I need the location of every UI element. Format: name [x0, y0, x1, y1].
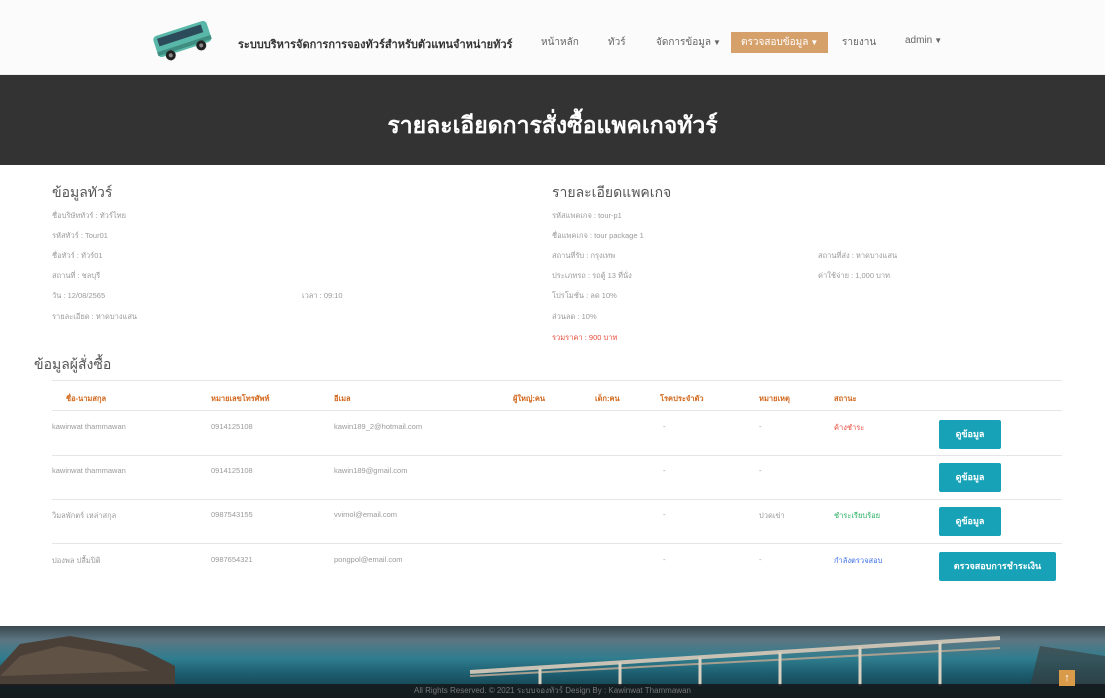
col-header-status: สถานะ: [834, 394, 857, 403]
cell-phone: 0987543155: [211, 510, 253, 519]
page-title: รายละเอียดการสั่งซื้อแพคเกจทัวร์: [387, 112, 718, 138]
tour-detail: รายละเอียด : หาดบางแสน: [52, 312, 138, 321]
cell-disease: -: [663, 555, 666, 564]
verify-payment-button[interactable]: ตรวจสอบการชำระเงิน: [939, 552, 1056, 581]
nav-check-dropdown[interactable]: ตรวจสอบข้อมูล ▼: [731, 32, 829, 53]
col-header-adult: ผู้ใหญ่:คน: [513, 394, 546, 403]
cell-name: วิมลพักตร์ เหล่าสกุล: [52, 511, 117, 520]
cell-name: kawinwat thammawan: [52, 466, 126, 475]
nav-admin-dropdown[interactable]: admin ▼: [905, 35, 942, 46]
package-pickup: สถานที่รับ : กรุงเทพ: [552, 251, 616, 260]
bus-logo-icon: [153, 20, 212, 61]
brand-title[interactable]: ระบบบริหารจัดการการจองทัวร์สำหรับตัวแทนจ…: [238, 35, 512, 53]
cell-email: kawin189_2@hotmail.com: [334, 422, 423, 431]
col-header-name: ชื่อ-นามสกุล: [66, 394, 107, 403]
view-details-button[interactable]: ดูข้อมูล: [939, 420, 1001, 449]
cell-disease: -: [663, 510, 666, 519]
tour-code: รหัสทัวร์ : Tour01: [52, 231, 108, 240]
tour-place: สถานที่ : ชลบุรี: [52, 271, 101, 280]
pier-illustration: [0, 636, 1105, 686]
nav-report-link[interactable]: รายงาน: [842, 35, 876, 50]
footer: All Rights Reserved. © 2021 ระบบจองทัวร์…: [0, 626, 1105, 698]
cell-disease: -: [663, 466, 666, 475]
package-name: ชื่อแพคเกจ : tour package 1: [552, 231, 644, 240]
cell-note: -: [759, 466, 762, 475]
buyers-title: ข้อมูลผู้สั่งซื้อ: [34, 356, 112, 372]
caret-down-icon: ▼: [934, 36, 943, 45]
cell-status: กำลังตรวจสอบ: [834, 556, 883, 565]
cell-email: pongpol@email.com: [334, 555, 403, 564]
package-dropoff: สถานที่ส่ง : หาดบางแสน: [818, 251, 898, 260]
cell-phone: 0914125108: [211, 422, 253, 431]
cell-note: -: [759, 555, 762, 564]
cell-email: vvimol@email.com: [334, 510, 398, 519]
tour-info-title: ข้อมูลทัวร์: [52, 184, 113, 200]
package-info-title: รายละเอียดแพคเกจ: [552, 184, 672, 200]
nav-manage-label: จัดการข้อมูล: [656, 37, 711, 48]
table-top-divider: [52, 380, 1062, 381]
arrow-up-icon[interactable]: ↑: [1059, 670, 1075, 686]
view-details-button[interactable]: ดูข้อมูล: [939, 463, 1001, 492]
package-promotion: โปรโมชั่น : ลด 10%: [552, 291, 617, 300]
cell-phone: 0987654321: [211, 555, 253, 564]
top-navbar: ระบบบริหารจัดการการจองทัวร์สำหรับตัวแทนจ…: [0, 0, 1105, 75]
cell-note: ปวดเข่า: [759, 511, 785, 520]
row-divider: [52, 455, 1062, 456]
tour-company: ชื่อบริษัททัวร์ : ทัวร์ไทย: [52, 211, 127, 220]
caret-down-icon: ▼: [712, 38, 721, 47]
cell-name: kawinwat thammawan: [52, 422, 126, 431]
col-header-disease: โรคประจำตัว: [660, 394, 704, 403]
package-vehicle-type: ประเภทรถ : รถตู้ 13 ที่นั่ง: [552, 271, 632, 280]
cell-name: ปองพล ปลื้มปิติ: [52, 556, 101, 565]
package-total: รวมราคา : 900 บาท: [552, 333, 618, 342]
row-divider: [52, 499, 1062, 500]
package-discount: ส่วนลด : 10%: [552, 312, 597, 321]
nav-check-label: ตรวจสอบข้อมูล: [741, 37, 809, 48]
tour-date: วัน : 12/08/2565: [52, 291, 106, 300]
nav-tour-link[interactable]: ทัวร์: [608, 35, 626, 50]
tour-name: ชื่อทัวร์ : ทัวร์01: [52, 251, 103, 260]
cell-status: ค้างชำระ: [834, 423, 865, 432]
nav-manage-dropdown[interactable]: จัดการข้อมูล ▼: [656, 35, 721, 50]
caret-down-icon: ▼: [810, 38, 819, 47]
col-header-email: อีเมล: [334, 394, 351, 403]
view-details-button[interactable]: ดูข้อมูล: [939, 507, 1001, 536]
col-header-child: เด็ก:คน: [595, 394, 620, 403]
col-header-phone: หมายเลขโทรศัพท์: [211, 394, 270, 403]
footer-copyright: All Rights Reserved. © 2021 ระบบจองทัวร์…: [414, 686, 691, 695]
table-header-divider: [52, 410, 1062, 411]
cell-disease: -: [663, 422, 666, 431]
cell-status: ชำระเรียบร้อย: [834, 511, 881, 520]
cell-email: kawin189@gmail.com: [334, 466, 408, 475]
col-header-note: หมายเหตุ: [759, 394, 790, 403]
package-price: ค่าใช้จ่าย : 1,000 บาท: [818, 271, 891, 280]
cell-phone: 0914125108: [211, 466, 253, 475]
nav-home-link[interactable]: หน้าหลัก: [541, 35, 579, 50]
tour-time: เวลา : 09:10: [302, 291, 343, 300]
nav-admin-label: admin: [905, 35, 933, 46]
cell-note: -: [759, 422, 762, 431]
row-divider: [52, 543, 1062, 544]
package-code: รหัสแพคเกจ : tour-p1: [552, 211, 622, 220]
